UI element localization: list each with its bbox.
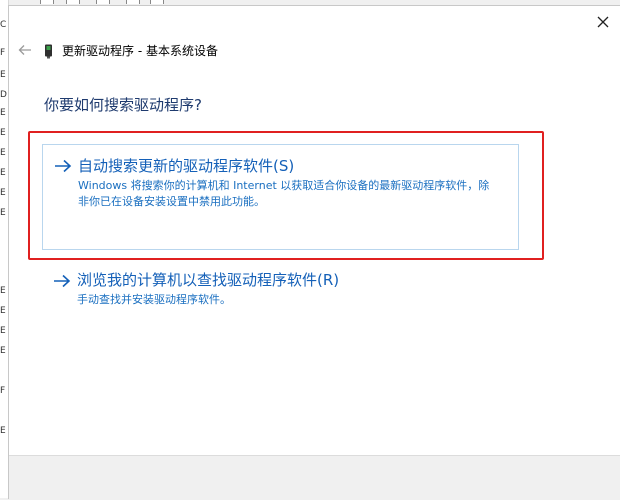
background-text: E xyxy=(0,168,6,178)
close-button[interactable] xyxy=(594,13,612,31)
browse-computer-option[interactable]: 浏览我的计算机以查找驱动程序软件(R) 手动查找并安装驱动程序软件。 xyxy=(42,266,517,316)
option-title: 浏览我的计算机以查找驱动程序软件(R) xyxy=(77,271,340,289)
search-automatically-option[interactable]: 自动搜索更新的驱动程序软件(S) Windows 将搜索你的计算机和 Inter… xyxy=(42,144,519,250)
background-toolbar xyxy=(0,0,200,4)
background-text: D xyxy=(0,90,7,100)
background-text: E xyxy=(0,188,6,198)
close-icon xyxy=(597,16,609,28)
dialog-title: 更新驱动程序 - 基本系统设备 xyxy=(62,44,218,58)
dialog-footer xyxy=(9,455,620,500)
option-description: 手动查找并安装驱动程序软件。 xyxy=(77,293,231,306)
background-text: E xyxy=(0,208,6,218)
option-title: 自动搜索更新的驱动程序软件(S) xyxy=(78,157,295,175)
background-text: E xyxy=(0,128,6,138)
background-text: F xyxy=(0,386,6,396)
arrow-right-icon xyxy=(54,274,71,288)
arrow-right-icon xyxy=(55,159,72,173)
background-text: E xyxy=(0,70,6,80)
update-driver-dialog: 更新驱动程序 - 基本系统设备 你要如何搜索驱动程序? 自动搜索更新的驱动程序软… xyxy=(8,5,620,500)
background-text: E xyxy=(0,148,6,158)
background-text: E xyxy=(0,108,6,118)
background-text: E xyxy=(0,286,6,296)
background-text: E xyxy=(0,426,6,436)
device-icon xyxy=(45,44,52,59)
page-heading: 你要如何搜索驱动程序? xyxy=(44,96,202,114)
back-button[interactable] xyxy=(17,42,33,58)
option-description: Windows 将搜索你的计算机和 Internet 以获取适合你设备的最新驱动… xyxy=(78,179,490,208)
background-text: E xyxy=(0,326,6,336)
background-text: F xyxy=(0,48,6,58)
background-text: E xyxy=(0,346,6,356)
background-text: E xyxy=(0,306,6,316)
back-arrow-icon xyxy=(18,45,31,55)
background-text: C xyxy=(0,20,7,30)
